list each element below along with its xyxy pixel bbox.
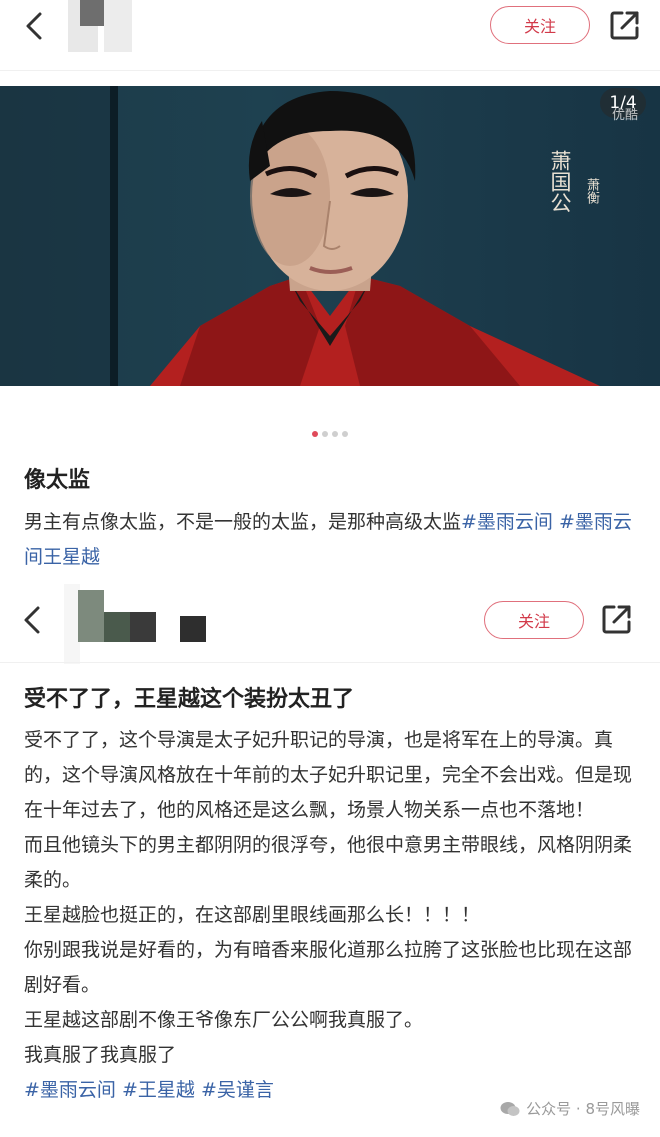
post2-body: 受不了了，这个导演是太子妃升职记的导演，也是将军在上的导演。真的，这个导演风格放… (24, 723, 640, 1108)
user-avatar-blurred[interactable] (64, 584, 224, 664)
post2-title: 受不了了，王星越这个装扮太丑了 (24, 687, 355, 712)
post2-paragraph: 受不了了，这个导演是太子妃升职记的导演，也是将军在上的导演。真的，这个导演风格放… (24, 729, 633, 821)
header-divider (0, 70, 660, 71)
post2-paragraph: 王星越这部剧不像王爷像东厂公公啊我真服了。 (24, 1009, 424, 1031)
post1-header: 关注 (0, 0, 660, 70)
post2-paragraph: 我真服了我真服了 (24, 1044, 177, 1066)
follow-button[interactable]: 关注 (484, 601, 584, 639)
hashtag-link[interactable]: #王星越 (122, 1079, 195, 1101)
share-icon[interactable] (608, 8, 642, 42)
carousel-dot-1[interactable] (312, 431, 318, 437)
image-caption: 萧国公 萧衡 (548, 150, 608, 240)
hashtag-link[interactable]: #墨雨云间 (24, 1079, 116, 1101)
back-icon[interactable] (16, 6, 52, 46)
image-caption-main: 萧国公 (548, 150, 572, 213)
hashtag-link[interactable]: #墨雨云间 (461, 511, 553, 533)
carousel-dot-2[interactable] (322, 431, 328, 437)
post1-title: 像太监 (24, 468, 91, 493)
image-caption-sub: 萧衡 (584, 178, 599, 204)
post1-body: 男主有点像太监，不是一般的太监，是那种高级太监#墨雨云间 #墨雨云间王星越 (24, 505, 644, 575)
carousel-dots (312, 431, 348, 437)
carousel-dot-4[interactable] (342, 431, 348, 437)
watermark-text: 公众号 · 8号风曝 (526, 1100, 640, 1118)
back-icon[interactable] (14, 600, 50, 640)
header-divider (0, 662, 660, 663)
post2-paragraph: 而且他镜头下的男主都阴阴的很浮夸，他很中意男主带眼线，风格阴阴柔柔的。 (24, 834, 633, 891)
post2-header: 关注 (0, 580, 660, 664)
share-icon[interactable] (600, 602, 634, 636)
hashtag-link[interactable]: #吴谨言 (201, 1079, 274, 1101)
post1-body-text: 男主有点像太监，不是一般的太监，是那种高级太监 (24, 511, 462, 533)
post2-paragraph: 王星越脸也挺正的，在这部剧里眼线画那么长！！！！ (24, 904, 481, 926)
video-watermark: 优酷 (611, 108, 638, 123)
user-avatar-blurred[interactable] (68, 0, 132, 52)
follow-button[interactable]: 关注 (490, 6, 590, 44)
wechat-watermark: 公众号 · 8号风曝 (500, 1098, 640, 1119)
wechat-icon (500, 1101, 520, 1116)
post2-paragraph: 你别跟我说是好看的，为有暗香来服化道那么拉胯了这张脸也比现在这部剧好看。 (24, 939, 633, 996)
carousel-dot-3[interactable] (332, 431, 338, 437)
